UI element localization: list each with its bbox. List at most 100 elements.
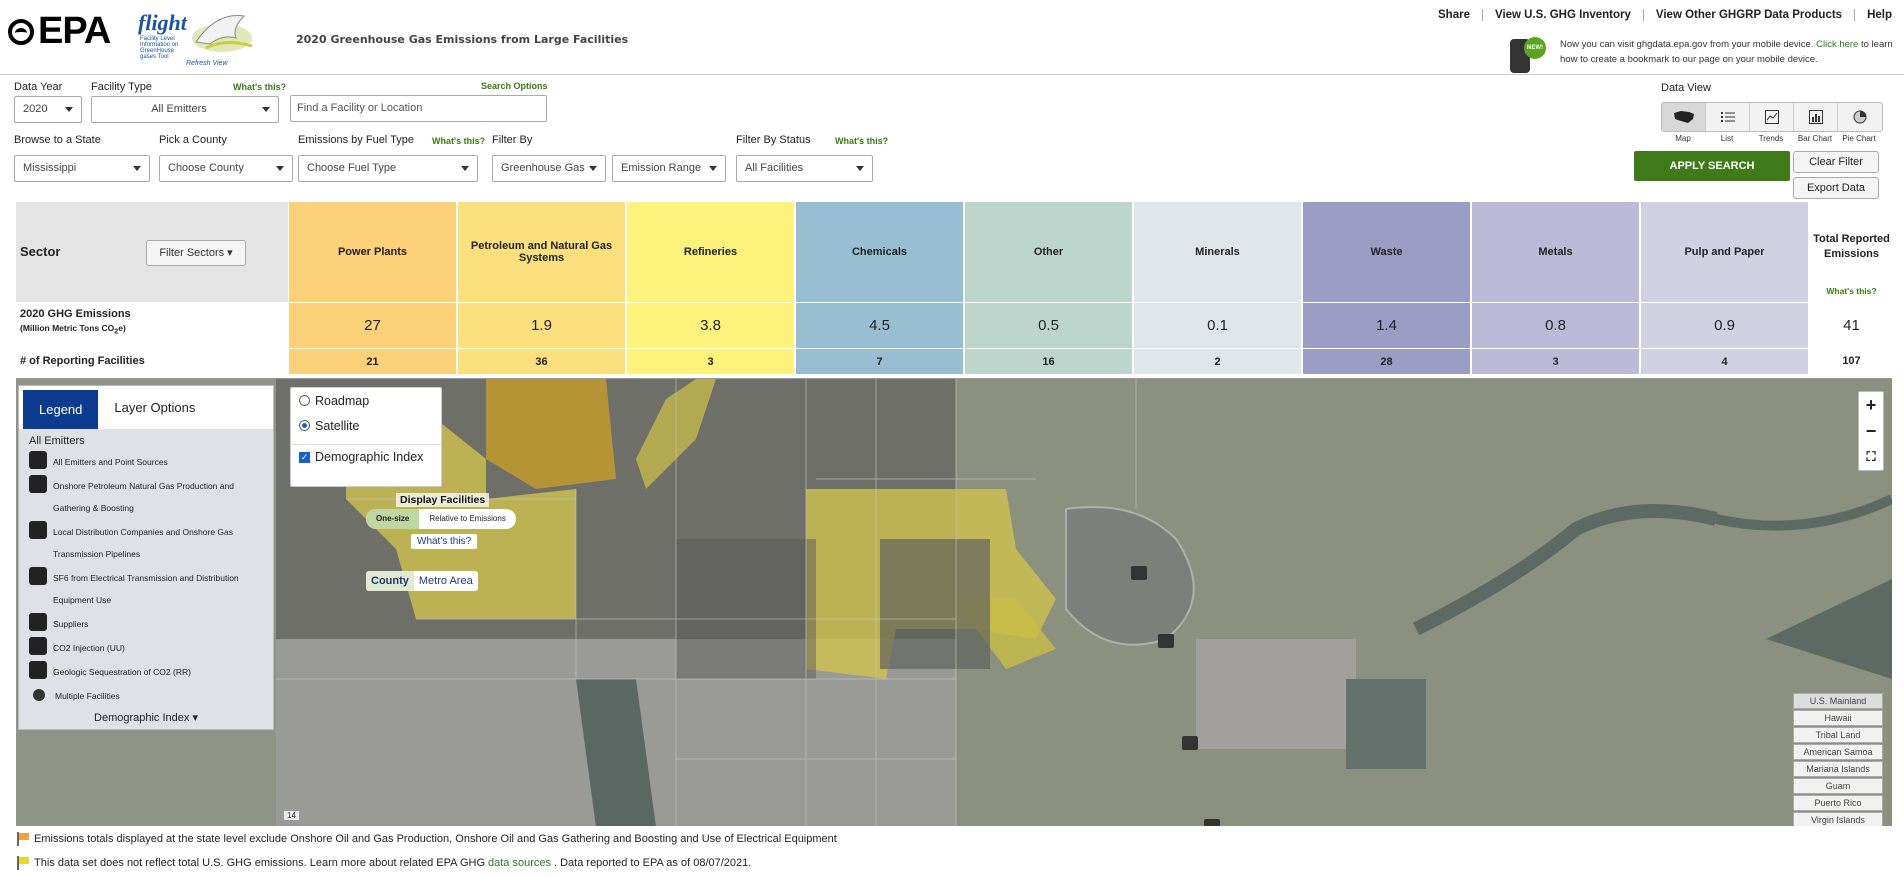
sector-facilities: 3 <box>627 348 794 374</box>
sector-column[interactable]: Other 0.5 16 <box>964 202 1132 374</box>
region-button[interactable]: Hawaii <box>1793 710 1883 726</box>
mobile-click-here-link[interactable]: Click here <box>1816 39 1858 50</box>
help-link[interactable]: Help <box>1855 9 1904 21</box>
bar-chart-icon[interactable] <box>1794 103 1838 131</box>
map-whats-this[interactable]: What's this? <box>411 534 478 549</box>
refresh-view-link[interactable]: Refresh View <box>186 60 228 67</box>
map-icon[interactable] <box>1662 103 1706 131</box>
demographic-index-option[interactable]: ✓ Demographic Index <box>291 444 441 469</box>
legend-tabs: Legend Layer Options <box>19 386 273 429</box>
flight-wordmark: flight <box>138 10 187 35</box>
sector-facilities: 4 <box>1641 348 1808 374</box>
note-data-set: This data set does not reflect total U.S… <box>16 856 751 870</box>
sector-column[interactable]: Petroleum and Natural Gas Systems 1.9 36 <box>457 202 625 374</box>
area-toggle: County Metro Area <box>366 571 478 591</box>
status-select[interactable]: All Facilities <box>736 155 873 182</box>
state-label: Browse to a State <box>14 134 101 146</box>
export-data-button[interactable]: Export Data <box>1793 177 1879 199</box>
all-emitters-icon <box>29 451 47 469</box>
satellite-option[interactable]: Satellite <box>291 413 441 438</box>
local-distribution-icon <box>29 521 47 539</box>
sector-column[interactable]: Power Plants 27 21 <box>288 202 456 374</box>
metro-area-option[interactable]: Metro Area <box>414 571 478 591</box>
tab-legend[interactable]: Legend <box>23 390 99 429</box>
roadmap-radio[interactable] <box>299 395 310 406</box>
sector-title: Sector <box>20 244 61 259</box>
legend-item: All Emitters and Point Sources <box>29 451 263 473</box>
flight-subtitle: Facility Level Information on GreenHouse… <box>140 36 179 60</box>
greenhouse-gas-dropdown[interactable]: Greenhouse Gas <box>492 155 606 182</box>
other-products-link[interactable]: View Other GHGRP Data Products <box>1644 9 1856 21</box>
data-year-label: Data Year <box>14 81 63 93</box>
satellite-radio[interactable] <box>299 420 310 431</box>
county-select[interactable]: Choose County <box>159 155 293 182</box>
data-sources-link[interactable]: data sources <box>488 857 551 869</box>
region-button[interactable]: Guam <box>1793 778 1883 794</box>
relative-option[interactable]: Relative to Emissions <box>419 509 515 529</box>
chevron-down-icon <box>262 107 270 112</box>
facility-type-whats-this[interactable]: What's this? <box>233 82 286 92</box>
region-button[interactable]: Mariana Islands <box>1793 761 1883 777</box>
legend-item: SF6 from Electrical Transmission and Dis… <box>29 567 263 611</box>
zoom-control: + − ⛶ <box>1858 391 1884 471</box>
region-button[interactable]: Tribal Land <box>1793 727 1883 743</box>
chevron-down-icon <box>133 166 141 171</box>
sector-column[interactable]: Metals 0.8 3 <box>1471 202 1639 374</box>
trends-icon[interactable] <box>1750 103 1794 131</box>
sector-column[interactable]: Pulp and Paper 0.9 4 <box>1640 202 1808 374</box>
filter-by-label: Filter By <box>492 134 533 146</box>
sector-column[interactable]: Minerals 0.1 2 <box>1133 202 1301 374</box>
page-title: 2020 Greenhouse Gas Emissions from Large… <box>296 33 629 46</box>
region-button[interactable]: Puerto Rico <box>1793 795 1883 811</box>
fuel-type-whats-this[interactable]: What's this? <box>432 136 485 146</box>
facility-type-select[interactable]: All Emitters <box>91 96 279 123</box>
region-button[interactable]: U.S. Mainland <box>1793 693 1883 709</box>
data-view-label: Data View <box>1661 82 1711 94</box>
map-canvas[interactable]: Legend Layer Options All Emitters All Em… <box>16 378 1892 826</box>
sector-name: Chemicals <box>851 246 908 258</box>
apply-search-button[interactable]: APPLY SEARCH <box>1634 151 1790 181</box>
sector-name: Petroleum and Natural Gas Systems <box>470 240 613 264</box>
fullscreen-icon[interactable]: ⛶ <box>1859 444 1883 470</box>
legend-item: Onshore Petroleum Natural Gas Production… <box>29 475 263 519</box>
search-input[interactable]: Find a Facility or Location <box>290 95 547 122</box>
emission-range-dropdown[interactable]: Emission Range <box>612 155 726 182</box>
epa-logo[interactable]: EPA <box>8 10 111 53</box>
note-state-totals: Emissions totals displayed at the state … <box>16 832 837 846</box>
sector-facilities: 7 <box>796 348 963 374</box>
sector-column[interactable]: Refineries 3.8 3 <box>626 202 794 374</box>
share-link[interactable]: Share <box>1426 9 1483 21</box>
pie-chart-icon[interactable] <box>1838 103 1882 131</box>
one-size-option[interactable]: One-size <box>366 509 420 529</box>
flight-logo[interactable]: flight Facility Level Information on Gre… <box>138 8 268 68</box>
sector-column[interactable]: Waste 1.4 28 <box>1302 202 1470 374</box>
state-select[interactable]: Mississippi <box>14 155 150 182</box>
demographic-checkbox[interactable]: ✓ <box>299 451 310 463</box>
status-whats-this[interactable]: What's this? <box>835 136 888 146</box>
tab-layer-options[interactable]: Layer Options <box>98 386 211 429</box>
search-options-link[interactable]: Search Options <box>481 81 548 91</box>
sector-name: Other <box>1033 246 1064 258</box>
data-year-select[interactable]: 2020 <box>14 96 82 123</box>
county-option[interactable]: County <box>366 571 414 591</box>
ghg-inventory-link[interactable]: View U.S. GHG Inventory <box>1483 9 1644 21</box>
top-links: Share View U.S. GHG Inventory View Other… <box>1426 9 1904 21</box>
region-button[interactable]: American Samoa <box>1793 744 1883 760</box>
clear-filter-button[interactable]: Clear Filter <box>1793 151 1879 173</box>
suppliers-icon <box>29 613 47 631</box>
region-button[interactable]: Virgin Islands <box>1793 812 1883 826</box>
zoom-in-button[interactable]: + <box>1859 392 1883 418</box>
bird-icon <box>192 15 253 52</box>
data-view-labels: Map List Trends Bar Chart Pie Chart <box>1661 134 1881 143</box>
sector-facilities: 2 <box>1134 348 1301 374</box>
fuel-type-select[interactable]: Choose Fuel Type <box>298 155 478 182</box>
legend-body: All Emitters All Emitters and Point Sour… <box>19 429 273 730</box>
roadmap-option[interactable]: Roadmap <box>291 388 441 413</box>
filter-sectors-button[interactable]: Filter Sectors ▾ <box>146 240 246 266</box>
demographic-index-dropdown[interactable]: Demographic Index ▾ <box>29 711 263 724</box>
total-whats-this[interactable]: What's this? <box>1811 286 1892 296</box>
zoom-out-button[interactable]: − <box>1859 418 1883 444</box>
list-icon[interactable] <box>1706 103 1750 131</box>
display-facilities-label: Display Facilities <box>396 493 490 507</box>
sector-column[interactable]: Chemicals 4.5 7 <box>795 202 963 374</box>
